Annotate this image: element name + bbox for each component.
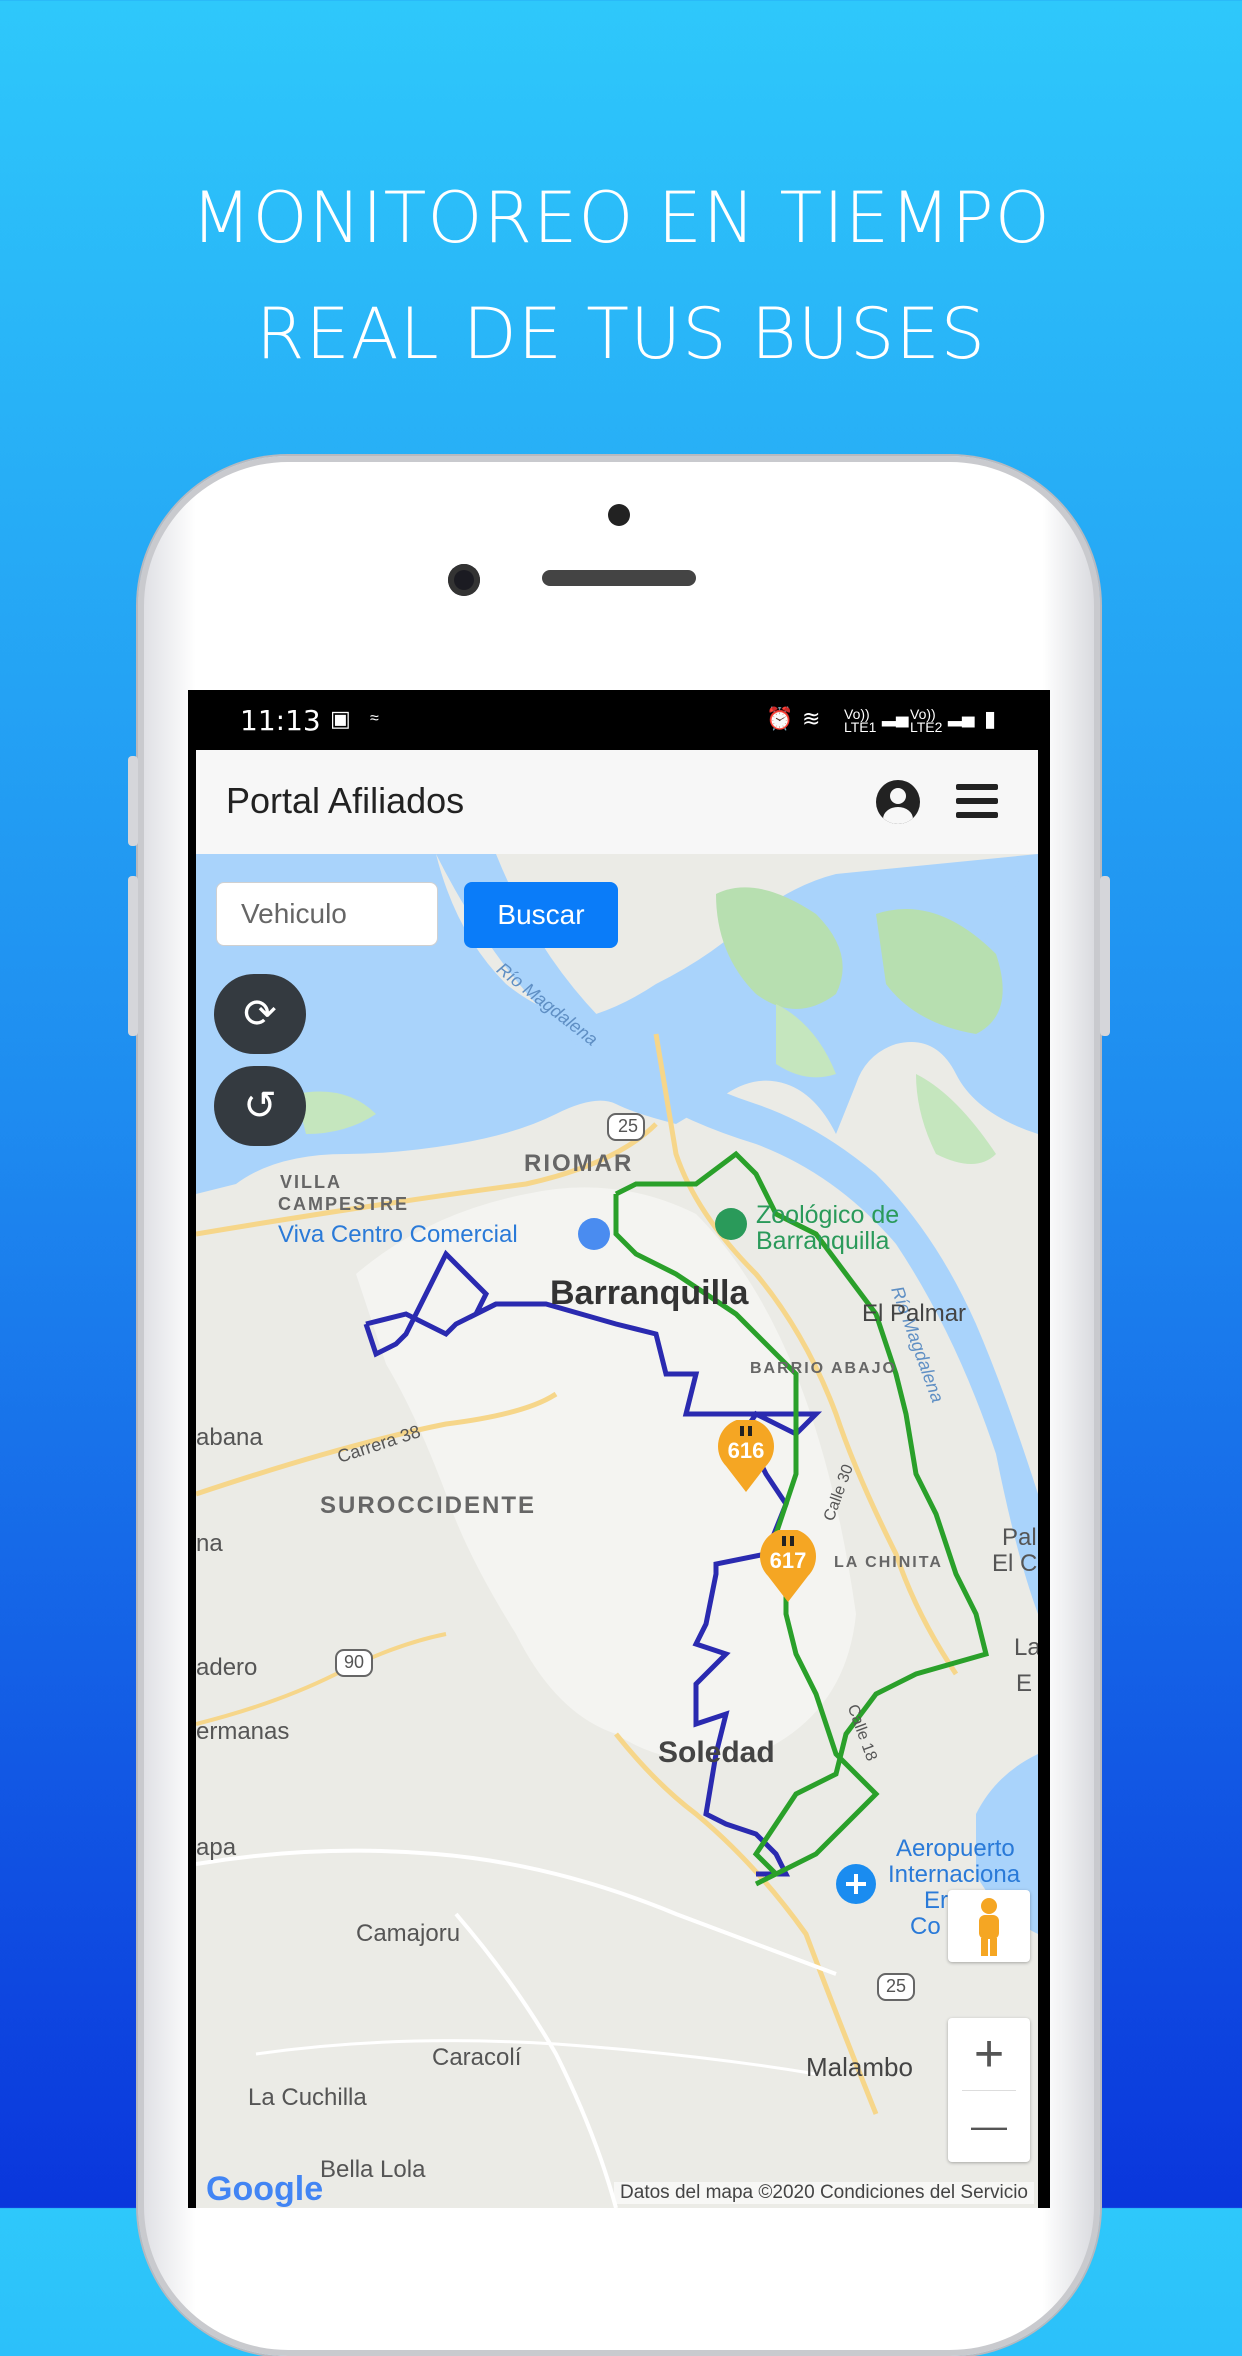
- vehicle-search-input[interactable]: [216, 882, 438, 946]
- phone-side-button: [1100, 876, 1110, 1036]
- map-label: BARRIO ABAJO: [750, 1360, 897, 1377]
- map-label: Zoológico de: [756, 1201, 900, 1229]
- map-attribution[interactable]: Datos del mapa ©2020 Condiciones del Ser…: [614, 2182, 1034, 2204]
- map-label: VILLA: [280, 1172, 342, 1192]
- lte-2-label: LTE2: [910, 719, 943, 735]
- map-label: 25: [886, 1976, 907, 1996]
- google-logo: Google: [206, 2170, 323, 2208]
- map-canvas: [196, 854, 1038, 2208]
- wifi-icon: ≋: [802, 706, 821, 731]
- signal-1-icon: ▂▄: [882, 706, 909, 726]
- phone-side-button: [128, 756, 138, 846]
- headline: MONITOREO EN TIEMPO REAL DE TUS BUSES: [0, 160, 1242, 392]
- map-label: La Cuchilla: [248, 2084, 367, 2111]
- pegman-icon: [979, 1898, 999, 1956]
- map-label: Viva Centro Comercial: [278, 1221, 518, 1248]
- map-label: El Palmar: [862, 1300, 967, 1327]
- headline-line-2: REAL DE TUS BUSES: [255, 293, 987, 375]
- alarm-icon: ⏰: [766, 706, 794, 731]
- signal-2-icon: ▂▄: [948, 706, 975, 726]
- map-label: Bella Lola: [320, 2156, 426, 2183]
- map-view[interactable]: Río Magdalena Río Magdalena 25 90 25 RIO…: [196, 854, 1038, 2208]
- map-label: Er: [924, 1887, 948, 1914]
- map-label: SUROCCIDENTE: [320, 1492, 537, 1519]
- history-icon: ↺: [243, 1084, 277, 1128]
- map-label: El C: [992, 1550, 1038, 1577]
- hamburger-menu-icon[interactable]: [956, 784, 998, 818]
- zoom-control: + —: [948, 2018, 1030, 2162]
- mall-pin-icon: [578, 1218, 610, 1250]
- map-label: adero: [196, 1654, 258, 1681]
- map-label: LA CHINITA: [834, 1554, 943, 1571]
- earpiece-speaker: [542, 570, 696, 586]
- headline-line-1: MONITOREO EN TIEMPO: [191, 177, 1051, 259]
- image-icon: ▣: [330, 706, 351, 731]
- road: [255, 2039, 817, 2076]
- status-time: 11:13: [240, 704, 321, 737]
- map-label: Camajoru: [356, 1920, 461, 1947]
- map-label: Internaciona: [888, 1861, 1021, 1888]
- volte-1-indicator: Vo)) LTE1: [844, 707, 877, 735]
- zoom-in-button[interactable]: +: [948, 2018, 1030, 2090]
- map-label: La: [1014, 1634, 1038, 1661]
- map-label: Malambo: [806, 2052, 913, 2082]
- map-label: Aeropuerto: [896, 1835, 1015, 1862]
- bus-marker-617-label: 617: [770, 1548, 807, 1573]
- status-bar: 11:13 ▣ ≈ ⏰ ≋ Vo)) LTE1 ▂▄ Vo)) LTE2 ▂▄ ▮: [188, 690, 1050, 750]
- map-label: Barranquilla: [756, 1227, 890, 1255]
- map-label: RIOMAR: [524, 1150, 634, 1177]
- map-label: Pal: [1002, 1524, 1037, 1551]
- battery-icon: ▮: [984, 706, 997, 731]
- front-camera: [448, 564, 480, 596]
- map-label: Co: [910, 1913, 941, 1940]
- app-title: Portal Afiliados: [226, 780, 465, 821]
- map-label: 25: [618, 1116, 639, 1136]
- road: [196, 1848, 837, 1976]
- bus-marker-616-label: 616: [728, 1438, 765, 1463]
- phone-side-button: [128, 876, 138, 1036]
- proximity-sensor: [608, 504, 630, 526]
- search-button[interactable]: Buscar: [464, 882, 618, 948]
- volte-2-indicator: Vo)) LTE2: [910, 707, 943, 735]
- phone-screen: 11:13 ▣ ≈ ⏰ ≋ Vo)) LTE1 ▂▄ Vo)) LTE2 ▂▄ ▮ …: [188, 690, 1050, 2208]
- lte-1-label: LTE1: [844, 719, 877, 735]
- bus-marker-616[interactable]: 616: [714, 1420, 778, 1494]
- map-label: abana: [196, 1424, 263, 1451]
- map-label: ermanas: [196, 1718, 290, 1745]
- map-label: 90: [344, 1652, 365, 1672]
- zoo-pin-icon: [715, 1208, 747, 1240]
- history-button[interactable]: ↺: [214, 1066, 306, 1146]
- app-notification-icon: ≈: [370, 710, 379, 727]
- refresh-icon: ⟳: [243, 992, 277, 1036]
- map-label: CAMPESTRE: [278, 1194, 410, 1214]
- refresh-button[interactable]: ⟳: [214, 974, 306, 1054]
- map-label: Soledad: [658, 1736, 775, 1769]
- map-label: Caracolí: [432, 2044, 522, 2071]
- street-view-pegman-button[interactable]: [948, 1890, 1030, 1962]
- user-circle-icon[interactable]: [876, 780, 920, 824]
- map-label: apa: [196, 1834, 237, 1861]
- zoom-out-button[interactable]: —: [948, 2090, 1030, 2162]
- app-bar: Portal Afiliados: [196, 750, 1038, 854]
- map-label: na: [196, 1530, 223, 1557]
- google-logo-text: Google: [206, 2170, 324, 2208]
- map-label: Barranquilla: [550, 1274, 749, 1312]
- map-label: E: [1016, 1670, 1033, 1697]
- bus-marker-617[interactable]: 617: [756, 1530, 820, 1604]
